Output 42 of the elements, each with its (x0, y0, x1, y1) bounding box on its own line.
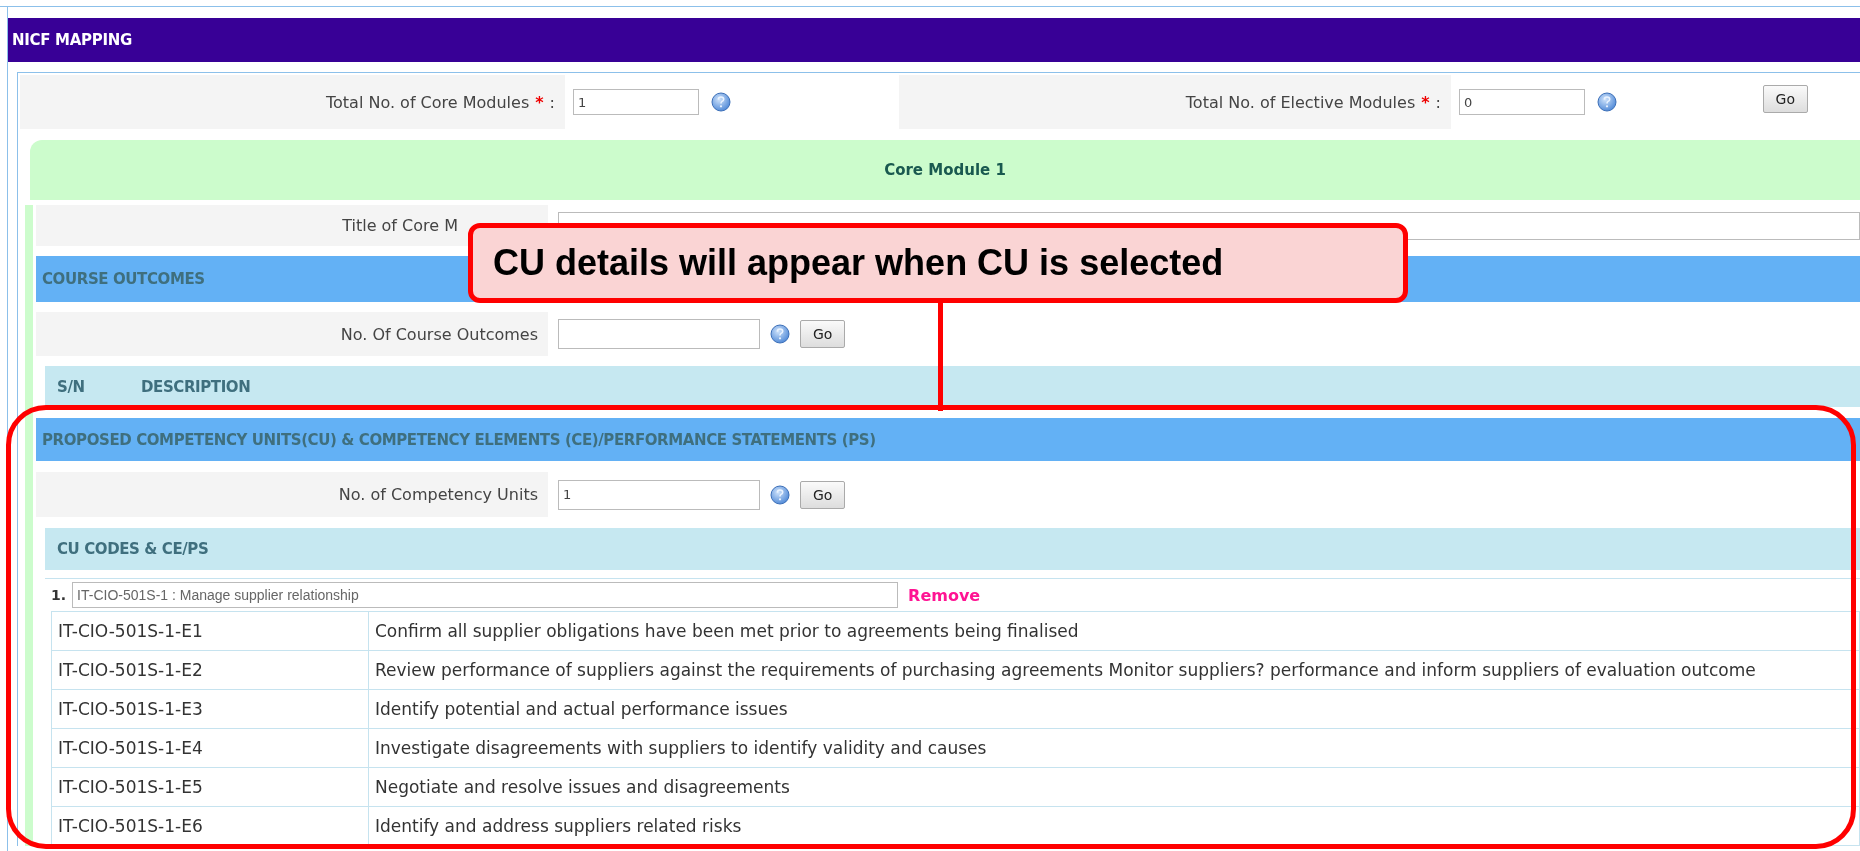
module-title: Core Module 1 (884, 161, 1006, 179)
help-icon[interactable] (770, 324, 790, 344)
field-label: No. Of Course Outcomes (340, 324, 538, 344)
callout-text: CU details will appear when CU is selected (493, 242, 1224, 284)
unit-input-field[interactable]: IT-CIO-501S-1 : Manage supplier relationship (72, 582, 899, 608)
subsection-title: CU CODES & CE/PS (57, 540, 209, 558)
page-title: NICF MAPPING (12, 31, 132, 49)
required-mark: * (1421, 92, 1430, 112)
field-label: Title of Core M (342, 216, 458, 235)
table-cell: Review performance of suppliers against the requirements of purchasing agreements Monitor suppliers? performance and inform suppliers of evaluation outcome (368, 650, 1860, 690)
input-field[interactable]: 1 (573, 89, 699, 115)
label-colon: : (549, 92, 555, 112)
table-cell: Identify potential and actual performance issues (368, 689, 1860, 729)
help-icon[interactable] (711, 92, 731, 112)
table-cell: IT-CIO-501S-1-E2 (51, 650, 369, 690)
go-button[interactable]: Go (800, 320, 846, 348)
label-colon: : (1435, 92, 1441, 112)
go-button[interactable]: Go (800, 480, 846, 509)
field-label: Total No. of Elective Modules (1185, 92, 1416, 112)
unit-number: 1. (51, 587, 67, 603)
field-label: Total No. of Core Modules (326, 92, 530, 112)
remove-link[interactable]: Remove (908, 585, 981, 605)
field-label: No. of Competency Units (338, 485, 538, 504)
section-title: PROPOSED COMPETENCY UNITS(CU) & COMPETENCY ELEMENTS (CE)/PERFORMANCE STATEMENTS (PS) (42, 430, 876, 449)
section-title: COURSE OUTCOMES (42, 270, 205, 288)
required-mark: * (535, 92, 544, 112)
help-icon[interactable] (1597, 92, 1617, 112)
table-cell: IT-CIO-501S-1-E3 (51, 689, 369, 729)
column-header: S/N (57, 377, 86, 396)
table-cell: IT-CIO-501S-1-E5 (51, 767, 369, 807)
table-cell: Investigate disagreements with suppliers to identify validity and causes (368, 728, 1860, 768)
go-button[interactable]: Go (1762, 85, 1808, 113)
table-cell: Negotiate and resolve issues and disagreements (368, 767, 1860, 807)
table-cell: IT-CIO-501S-1-E6 (51, 806, 369, 846)
table-cell: Confirm all supplier obligations have been met prior to agreements being finalised (368, 611, 1860, 651)
table-cell: IT-CIO-501S-1-E1 (51, 611, 369, 651)
help-icon[interactable] (770, 484, 790, 505)
column-header: DESCRIPTION (141, 377, 251, 396)
input-field[interactable] (558, 319, 760, 349)
input-field[interactable]: 0 (1459, 89, 1585, 115)
input-field[interactable]: 1 (558, 479, 760, 510)
table-cell: IT-CIO-501S-1-E4 (51, 728, 369, 768)
